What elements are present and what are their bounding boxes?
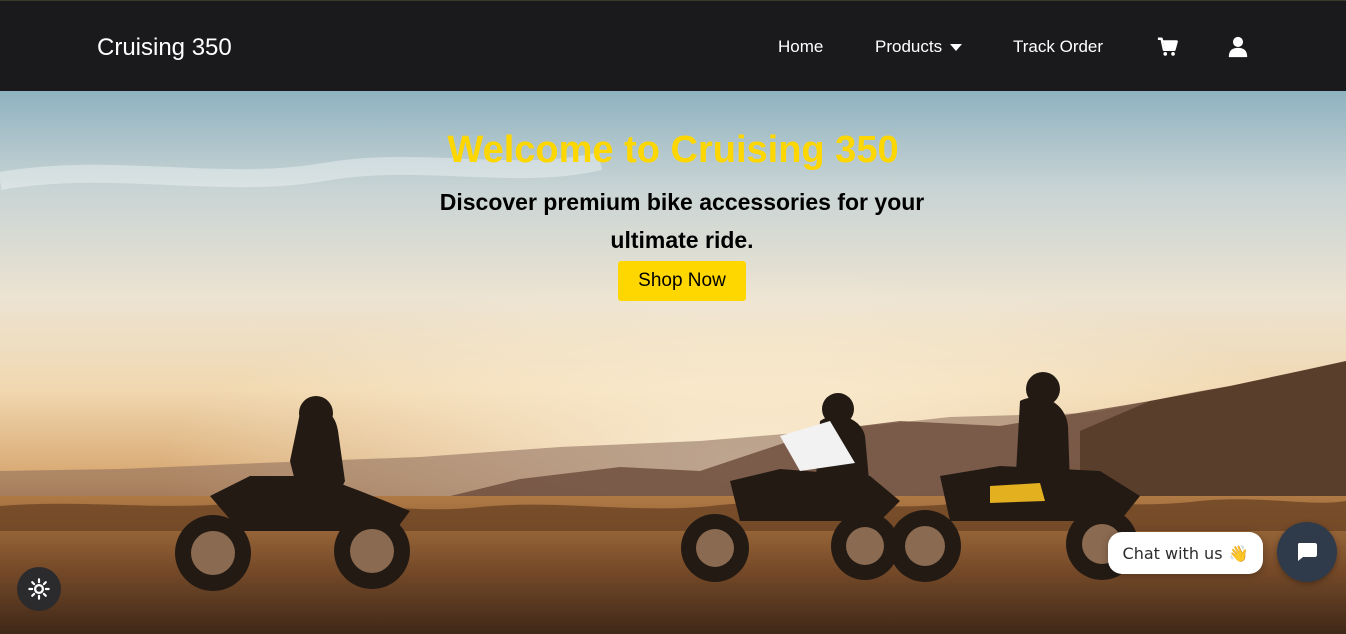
sun-icon xyxy=(28,578,50,600)
cart-icon[interactable] xyxy=(1157,36,1179,58)
waving-hand-icon: 👋 xyxy=(1228,543,1249,563)
chat-bubble-icon xyxy=(1298,543,1317,561)
chat-launcher-button[interactable] xyxy=(1277,522,1337,582)
hero-subtitle: Discover premium bike accessories for yo… xyxy=(439,189,925,253)
caret-down-icon xyxy=(949,43,962,51)
hero-title: Welcome to Cruising 350 xyxy=(447,129,899,171)
chat-with-us-label[interactable]: Chat with us 👋 xyxy=(1108,532,1263,574)
nav-products-label: Products xyxy=(875,37,943,56)
nav-home-link[interactable]: Home xyxy=(778,37,823,57)
shop-now-button[interactable]: Shop Now xyxy=(618,261,746,301)
top-navbar: Cruising 350 Home Products Track Order xyxy=(0,0,1346,91)
user-icon[interactable] xyxy=(1227,36,1249,58)
brand-logo[interactable]: Cruising 350 xyxy=(97,34,232,62)
nav-products-dropdown[interactable]: Products xyxy=(875,37,962,57)
theme-toggle-button[interactable] xyxy=(17,567,61,611)
nav-track-order-link[interactable]: Track Order xyxy=(1013,37,1103,57)
chat-label-text: Chat with us xyxy=(1122,543,1223,563)
